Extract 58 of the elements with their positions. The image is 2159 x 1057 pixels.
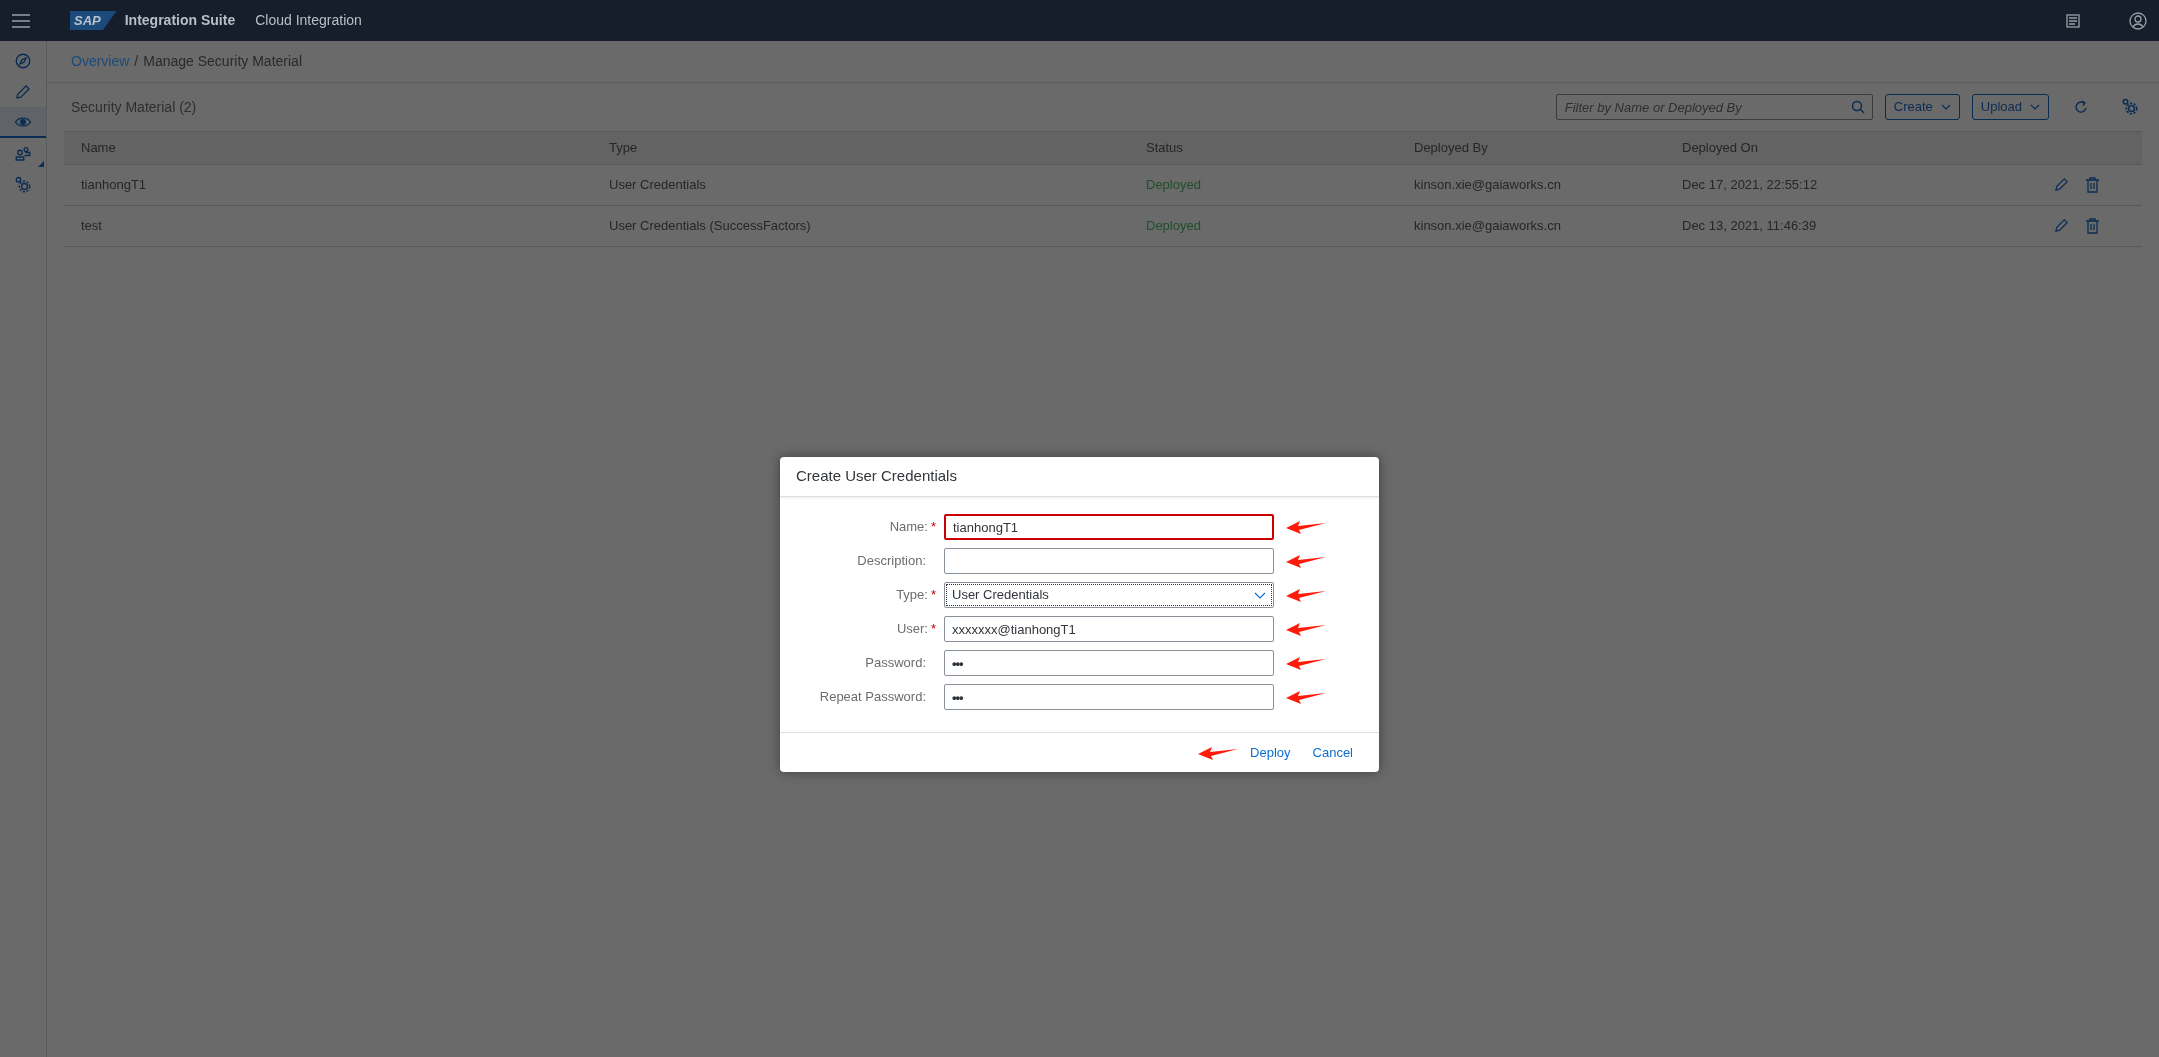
required-asterisk: * (930, 620, 936, 639)
table-cell: Dec 17, 2021, 22:55:12 (1682, 177, 1818, 193)
input-field[interactable]: xxxxxxx@tianhongT1 (944, 616, 1274, 642)
table-cell: kinson.xie@gaiaworks.cn (1414, 177, 1561, 193)
refresh-icon[interactable] (2073, 99, 2089, 115)
input-field[interactable]: tianhongT1 (944, 514, 1274, 540)
compass-icon (14, 51, 32, 70)
field-label: Password: (865, 654, 926, 673)
table-cell: User Credentials (SuccessFactors) (609, 218, 811, 234)
column-header: Status (1146, 140, 1183, 156)
delete-icon[interactable] (2085, 218, 2100, 234)
nav-item[interactable] (0, 107, 46, 138)
search-icon[interactable] (1850, 100, 1865, 114)
table-cell: User Credentials (609, 177, 706, 193)
section-title: Security Material (2) (71, 97, 197, 117)
type-select[interactable]: User Credentials (944, 582, 1274, 608)
settings-icon[interactable] (2121, 98, 2139, 116)
field-label: User: (896, 620, 928, 639)
field-label: Name: (889, 518, 928, 537)
field-label: Description: (857, 552, 926, 571)
notes-icon[interactable] (2065, 12, 2081, 29)
chevron-down-icon (1254, 591, 1266, 599)
password-field[interactable]: ••• (944, 650, 1274, 676)
table-cell: kinson.xie@gaiaworks.cn (1414, 218, 1561, 234)
input-field[interactable] (944, 548, 1274, 574)
chevron-down-icon (2030, 104, 2040, 110)
column-header: Type (609, 140, 638, 156)
edit-icon[interactable] (2054, 177, 2069, 192)
required-asterisk: * (930, 586, 936, 605)
expand-corner-icon (38, 161, 44, 167)
breadcrumb-separator: / (134, 52, 139, 71)
product-title: Integration Suite (124, 11, 236, 30)
table-cell: Dec 13, 2021, 11:46:39 (1682, 218, 1817, 234)
breadcrumb-current: Manage Security Material (143, 52, 302, 71)
status-text: Deployed (1146, 218, 1201, 234)
dialog-button[interactable]: Cancel (1312, 742, 1353, 763)
column-header: Deployed On (1682, 140, 1758, 156)
delete-icon[interactable] (2085, 177, 2100, 193)
column-header: Name (81, 140, 116, 156)
password-field[interactable]: ••• (944, 684, 1274, 710)
menu-icon[interactable] (12, 13, 30, 28)
table-cell: tianhongT1 (81, 177, 147, 193)
area-title: Cloud Integration (255, 11, 362, 30)
dialog-title: Create User Credentials (796, 466, 957, 487)
edit-icon[interactable] (2054, 218, 2069, 233)
logo[interactable]: SAP (70, 10, 117, 31)
dialog-button[interactable]: Deploy (1250, 742, 1291, 763)
user-avatar-icon[interactable] (2129, 11, 2147, 30)
users-icon (14, 144, 32, 163)
required-asterisk: * (930, 518, 936, 537)
table-cell: test (81, 218, 102, 234)
settings-icon (14, 175, 32, 194)
column-header: Deployed By (1414, 140, 1488, 156)
field-label: Repeat Password: (819, 688, 926, 707)
field-label: Type: (896, 586, 928, 605)
filter-field[interactable]: Filter by Name or Deployed By (1555, 94, 1873, 120)
status-text: Deployed (1146, 177, 1201, 193)
chevron-down-icon (1940, 104, 1951, 110)
